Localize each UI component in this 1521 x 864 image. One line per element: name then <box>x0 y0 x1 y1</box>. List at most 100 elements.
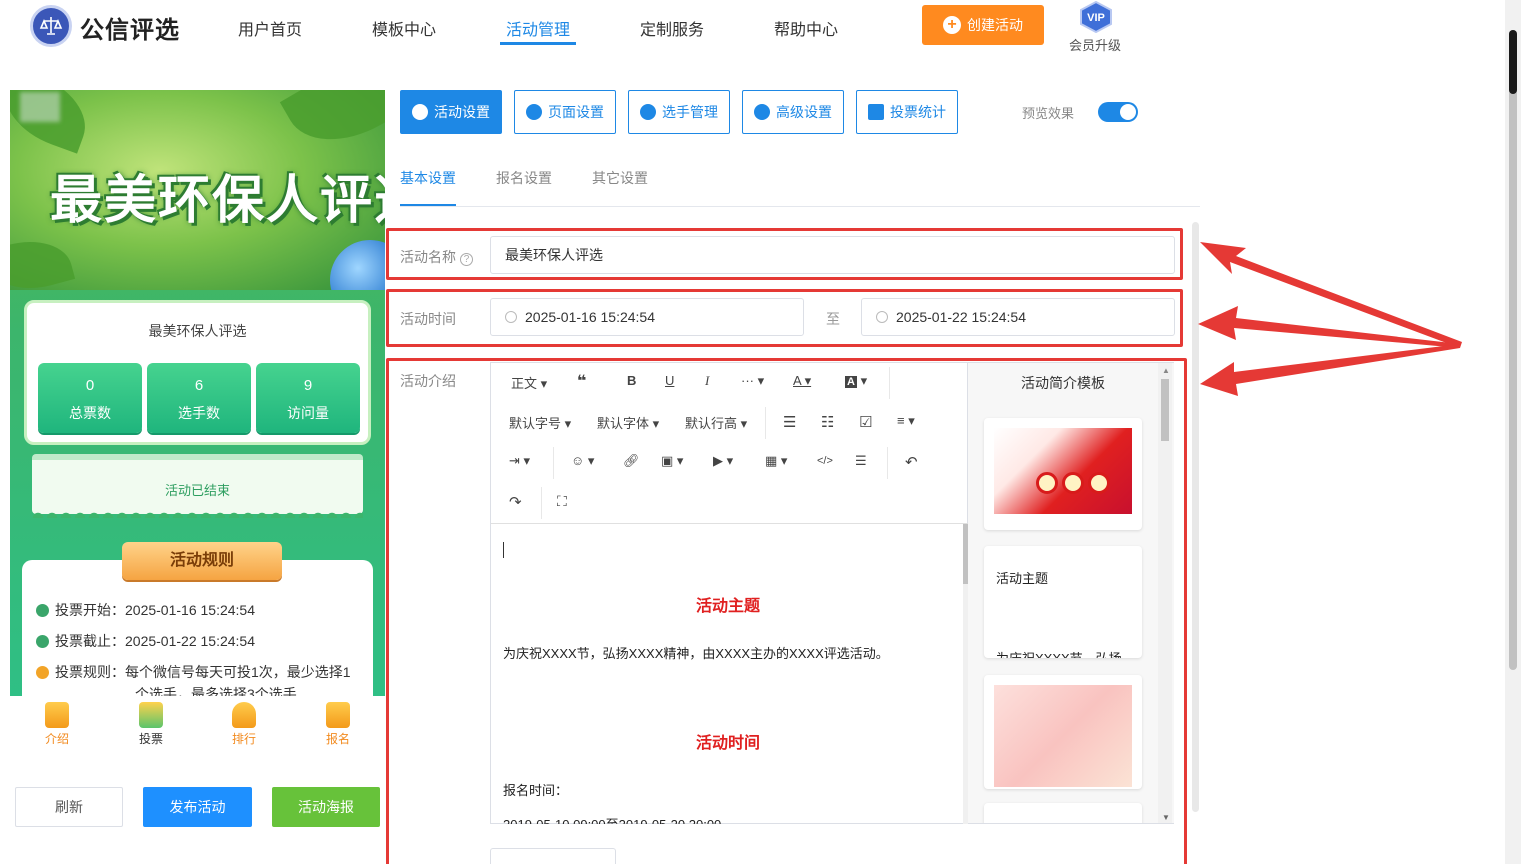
page-scrollbar-thumb[interactable] <box>1509 30 1517 94</box>
nav-template-center[interactable]: 模板中心 <box>372 16 436 40</box>
rule-label: 投票规则： <box>55 664 125 680</box>
video-dropdown[interactable]: ▶ ▾ <box>713 453 733 469</box>
bold-icon[interactable]: B <box>627 373 636 388</box>
vip-upgrade-label[interactable]: 会员升级 <box>1069 35 1121 54</box>
paragraph-style-dropdown[interactable]: 正文 ▾ <box>511 373 547 392</box>
page-scrollbar[interactable] <box>1505 0 1521 864</box>
stat-visits: 9 访问量 <box>256 363 360 433</box>
nav-activity-management[interactable]: 活动管理 <box>506 16 570 40</box>
more-styles-dropdown[interactable]: ··· ▾ <box>741 373 764 389</box>
time-range-separator: 至 <box>826 311 840 327</box>
edit-form-icon <box>326 702 350 728</box>
stat-contestants: 6 选手数 <box>147 363 251 433</box>
page-scrollbar-track-thumb[interactable] <box>1509 30 1517 670</box>
template-card-4[interactable] <box>984 803 1142 823</box>
preview-effect-toggle[interactable] <box>1098 102 1138 122</box>
template-card-2[interactable]: 活动主题 为庆祝XXXX节，弘扬 <box>984 546 1142 658</box>
link-icon[interactable]: 🔗︎ <box>623 453 640 469</box>
underline-icon[interactable]: U <box>665 373 674 388</box>
tab-vote[interactable]: 投票 <box>131 702 171 747</box>
content-paragraph: 报名时间： <box>503 783 569 798</box>
template-panel-scrollbar[interactable]: ▲ ▼ <box>1158 363 1172 823</box>
redo-icon[interactable]: ↷ <box>509 493 522 511</box>
logo-text[interactable]: 公信评选 <box>80 10 180 45</box>
editor-content-area[interactable]: 活动主题 为庆祝XXXX节，弘扬XXXX精神，由XXXX主办的XXXX评选活动。… <box>491 524 969 824</box>
publish-activity-button[interactable]: 发布活动 <box>143 787 252 827</box>
tab-intro[interactable]: 介绍 <box>37 702 77 747</box>
line-height-dropdown[interactable]: 默认行高 ▾ <box>685 413 747 432</box>
toolbar-text: A <box>845 376 857 388</box>
arrow-to-intro-field <box>1200 344 1460 396</box>
bulleted-list-icon[interactable]: ☰ <box>783 413 796 431</box>
tab-label: 投票 <box>138 732 163 746</box>
rule-vote-rule-overflow: 个选手，最多选择3个选手 <box>135 686 297 696</box>
template-scrollbar-thumb[interactable] <box>1161 379 1169 441</box>
template-panel-title: 活动简介模板 <box>1021 375 1105 391</box>
image-dropdown[interactable]: ▣ ▾ <box>661 453 683 469</box>
mobile-preview: 最美环保人评选 最美环保人评选 0 总票数 6 选手数 9 访问量 活动已结束 … <box>10 90 385 696</box>
code-icon[interactable]: </> <box>817 455 833 467</box>
stat-value: 6 <box>194 377 204 394</box>
settings-sliders-icon <box>754 104 770 120</box>
editor-toolbar-row-1: 正文 ▾ ❝ B U I ··· ▾ A ▾ A ▾ <box>491 363 969 403</box>
end-time-input[interactable]: 2025-01-22 15:24:54 <box>861 298 1175 336</box>
tab-other-settings[interactable]: 其它设置 <box>592 168 648 188</box>
activity-name-input[interactable]: 最美环保人评选 <box>490 236 1175 274</box>
activity-status-bar: 活动已结束 <box>32 454 363 514</box>
nav-help-center[interactable]: 帮助中心 <box>774 16 838 40</box>
activity-poster-button[interactable]: 活动海报 <box>272 787 380 827</box>
tool-label: 选手管理 <box>662 104 718 120</box>
numbered-list-icon[interactable]: ☷ <box>821 413 834 431</box>
page-root: 公信评选 用户首页 模板中心 活动管理 定制服务 帮助中心 + 创建活动 VIP… <box>0 0 1521 864</box>
content-heading-theme: 活动主题 <box>695 598 760 615</box>
nav-custom-service[interactable]: 定制服务 <box>640 16 704 40</box>
indent-dropdown[interactable]: ⇥ ▾ <box>509 453 530 469</box>
vip-badge-icon[interactable]: VIP <box>1078 1 1114 33</box>
font-color-dropdown[interactable]: A ▾ <box>793 373 811 389</box>
activity-name-label: 活动名称? <box>400 247 473 267</box>
stats-card-title: 最美环保人评选 <box>148 323 247 339</box>
page-settings-button[interactable]: 页面设置 <box>514 90 616 134</box>
vote-statistics-button[interactable]: 投票统计 <box>856 90 958 134</box>
todo-checkbox-icon[interactable]: ☑ <box>859 413 872 431</box>
emoji-dropdown[interactable]: ☺ ▾ <box>571 453 594 469</box>
contestant-management-button[interactable]: 选手管理 <box>628 90 730 134</box>
clock-icon <box>36 604 49 617</box>
next-field-input[interactable] <box>490 848 616 864</box>
template-card-1[interactable] <box>984 418 1142 530</box>
template-card-3[interactable] <box>984 675 1142 789</box>
rules-ribbon-title: 活动规则 <box>122 542 282 580</box>
background-color-dropdown[interactable]: A ▾ <box>845 373 867 389</box>
tab-label: 介绍 <box>44 732 69 746</box>
info-icon <box>36 666 49 679</box>
logo-seal-icon <box>30 5 72 47</box>
help-icon[interactable]: ? <box>460 253 473 266</box>
rule-vote-start: 投票开始：2025-01-16 15:24:54 <box>36 600 255 620</box>
start-time-input[interactable]: 2025-01-16 15:24:54 <box>490 298 804 336</box>
undo-icon[interactable]: ↶ <box>905 453 918 471</box>
create-activity-button[interactable]: + 创建活动 <box>922 5 1044 45</box>
fullscreen-icon[interactable]: ⛶ <box>557 493 567 510</box>
font-size-dropdown[interactable]: 默认字号 ▾ <box>509 413 571 432</box>
scroll-up-icon[interactable]: ▲ <box>1162 366 1170 375</box>
toolbar-text: ··· <box>741 373 754 388</box>
activity-settings-button[interactable]: 活动设置 <box>400 90 502 134</box>
tab-signup[interactable]: 报名 <box>318 702 358 747</box>
toolbar-separator <box>765 407 766 439</box>
font-family-dropdown[interactable]: 默认字体 ▾ <box>597 413 659 432</box>
advanced-settings-button[interactable]: 高级设置 <box>742 90 844 134</box>
align-dropdown[interactable]: ≡ ▾ <box>897 413 915 429</box>
divider-icon[interactable]: ☰ <box>855 453 867 469</box>
table-dropdown[interactable]: ▦ ▾ <box>765 453 787 469</box>
ballot-box-icon <box>139 702 163 728</box>
tab-ranking[interactable]: 排行 <box>224 702 264 747</box>
template-thumbnail <box>994 685 1132 787</box>
nav-user-home[interactable]: 用户首页 <box>238 16 302 40</box>
toolbar-separator <box>553 447 554 479</box>
tab-basic-settings[interactable]: 基本设置 <box>400 168 456 188</box>
scroll-down-icon[interactable]: ▼ <box>1162 813 1170 822</box>
tab-signup-settings[interactable]: 报名设置 <box>496 168 552 188</box>
italic-icon[interactable]: I <box>705 373 709 389</box>
quote-icon[interactable]: ❝ <box>577 371 586 391</box>
refresh-button[interactable]: 刷新 <box>15 787 123 827</box>
